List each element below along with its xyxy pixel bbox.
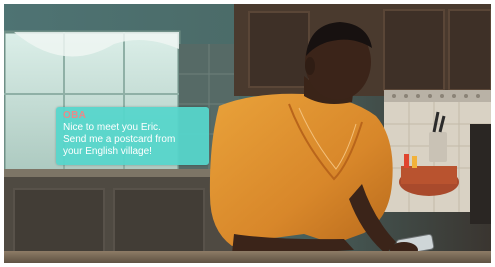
notification-sender: OBA — [63, 110, 87, 121]
video-frame: OBA Nice to meet you Eric. Send me a pos… — [4, 4, 491, 263]
message-notification: OBA Nice to meet you Eric. Send me a pos… — [56, 107, 209, 165]
front-counter — [4, 251, 491, 263]
notification-message: Nice to meet you Eric. Send me a postcar… — [63, 122, 176, 157]
